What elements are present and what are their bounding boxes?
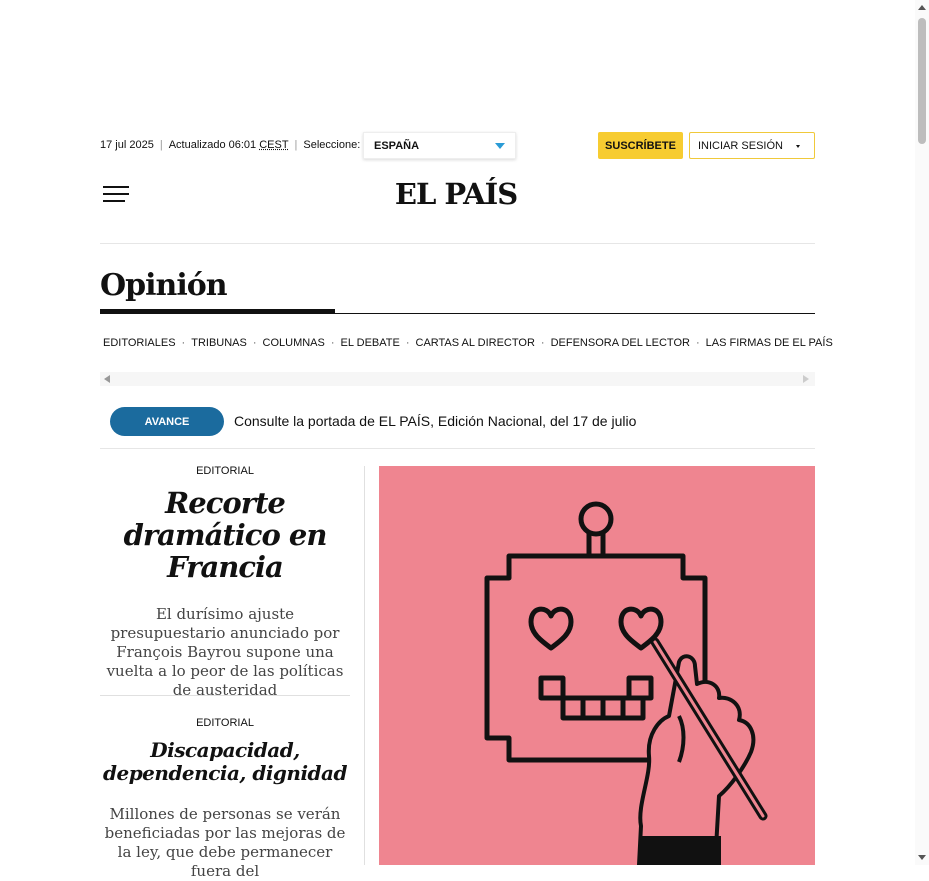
login-button[interactable]: INICIAR SESIÓN bbox=[689, 132, 815, 159]
chevron-down-icon bbox=[495, 143, 505, 149]
scroll-left-icon[interactable] bbox=[104, 375, 110, 383]
section-title[interactable]: Opinión bbox=[100, 268, 228, 303]
subnav-item-editoriales[interactable]: EDITORIALES bbox=[103, 337, 176, 349]
scroll-up-icon[interactable] bbox=[918, 5, 926, 10]
section-subnav: EDITORIALES · TRIBUNAS · COLUMNAS · EL DEBA… bbox=[103, 337, 833, 349]
select-label: Seleccione: bbox=[303, 139, 361, 151]
article-kicker[interactable]: EDITORIAL bbox=[100, 465, 350, 477]
divider bbox=[100, 243, 815, 244]
article-headline[interactable]: Recorte dramático en Francia bbox=[100, 487, 350, 583]
avance-button[interactable]: AVANCE bbox=[110, 407, 224, 436]
subnav-item-tribunas[interactable]: TRIBUNAS bbox=[191, 337, 247, 349]
robot-heart-illustration bbox=[379, 466, 815, 865]
scroll-down-icon[interactable] bbox=[918, 855, 926, 860]
article-headline[interactable]: Discapacidad, dependencia, dignidad bbox=[100, 739, 350, 785]
article-lead: Millones de personas se verán beneficiad… bbox=[104, 805, 346, 880]
article-kicker[interactable]: EDITORIAL bbox=[100, 717, 350, 729]
article-lead: El durísimo ajuste presupuestario anunci… bbox=[106, 605, 344, 699]
subscribe-button[interactable]: SUSCRÍBETE bbox=[598, 132, 683, 159]
updated-text: Actualizado 06:01 bbox=[168, 139, 257, 151]
edition-value: ESPAÑA bbox=[374, 140, 420, 152]
column-divider bbox=[364, 466, 365, 865]
article-card: EDITORIAL Recorte dramático en Francia E… bbox=[100, 462, 350, 700]
scrollbar-thumb[interactable] bbox=[918, 18, 926, 144]
subnav-scrollbar[interactable] bbox=[100, 372, 815, 386]
date-text: 17 jul 2025 bbox=[100, 139, 154, 151]
subnav-item-el-debate[interactable]: EL DEBATE bbox=[341, 337, 400, 349]
article-card: EDITORIAL Discapacidad, dependencia, dig… bbox=[100, 714, 350, 881]
avance-link[interactable]: Consulte la portada de EL PAÍS, Edición … bbox=[234, 413, 636, 429]
page-scrollbar[interactable] bbox=[915, 0, 929, 865]
scroll-right-icon[interactable] bbox=[803, 375, 809, 383]
divider bbox=[100, 313, 815, 314]
subnav-item-firmas[interactable]: LAS FIRMAS DE EL PAÍS bbox=[706, 337, 833, 349]
chevron-down-icon bbox=[796, 145, 800, 148]
site-logo[interactable]: EL PAÍS bbox=[376, 177, 536, 211]
subnav-item-columnas[interactable]: COLUMNAS bbox=[263, 337, 325, 349]
edition-select[interactable]: ESPAÑA bbox=[363, 132, 516, 159]
date-meta: 17 jul 2025 | Actualizado 06:01 CEST | S… bbox=[100, 139, 361, 151]
divider bbox=[100, 448, 815, 449]
article-illustration[interactable] bbox=[379, 466, 815, 865]
subnav-item-cartas[interactable]: CARTAS AL DIRECTOR bbox=[416, 337, 535, 349]
timezone-abbr[interactable]: CEST bbox=[259, 139, 288, 151]
login-label: INICIAR SESIÓN bbox=[698, 140, 783, 152]
hamburger-menu-icon[interactable] bbox=[103, 186, 129, 202]
top-bar: 17 jul 2025 | Actualizado 06:01 CEST | S… bbox=[100, 132, 815, 159]
divider bbox=[100, 695, 350, 696]
subnav-item-defensora[interactable]: DEFENSORA DEL LECTOR bbox=[551, 337, 690, 349]
